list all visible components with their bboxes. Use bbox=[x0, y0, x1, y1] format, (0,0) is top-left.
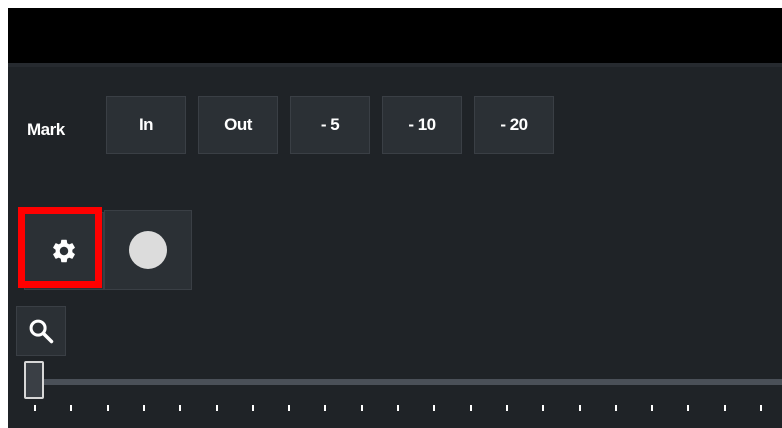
timeline-tick bbox=[251, 405, 254, 411]
divider bbox=[8, 63, 782, 67]
timeline-tick bbox=[70, 405, 73, 411]
timeline-tick bbox=[215, 405, 218, 411]
gear-icon bbox=[53, 239, 75, 263]
timeline-tick bbox=[723, 405, 726, 411]
timeline-tick bbox=[542, 405, 545, 411]
timeline-tick bbox=[614, 405, 617, 411]
timeline-tick bbox=[760, 405, 762, 411]
timeline-tick bbox=[687, 405, 690, 411]
back-10-button[interactable]: - 10 bbox=[382, 96, 462, 154]
control-panel: Mark In Out - 5 - 10 - 20 bbox=[8, 8, 782, 428]
record-button[interactable] bbox=[104, 210, 192, 290]
canvas: Mark In Out - 5 - 10 - 20 bbox=[0, 0, 782, 428]
zoom-button[interactable] bbox=[16, 306, 66, 356]
search-icon bbox=[29, 319, 54, 344]
timeline-tick bbox=[106, 405, 109, 411]
record-dot-icon bbox=[129, 231, 167, 269]
timeline-tick bbox=[469, 405, 472, 411]
timeline-tick bbox=[142, 405, 145, 411]
back-20-button[interactable]: - 20 bbox=[474, 96, 554, 154]
timeline-tick bbox=[505, 405, 508, 411]
timeline-tick bbox=[179, 405, 182, 411]
timeline-tick bbox=[324, 405, 327, 411]
mark-out-button[interactable]: Out bbox=[198, 96, 278, 154]
timeline-tick bbox=[34, 405, 36, 411]
timeline-slider-handle[interactable] bbox=[24, 361, 44, 399]
timeline-tick bbox=[433, 405, 436, 411]
timeline-tick bbox=[360, 405, 363, 411]
mark-in-button[interactable]: In bbox=[106, 96, 186, 154]
settings-button[interactable] bbox=[24, 212, 104, 290]
timeline-tick bbox=[578, 405, 581, 411]
timeline-tick bbox=[288, 405, 291, 411]
timeline-slider-track[interactable] bbox=[40, 379, 782, 385]
timeline-tick bbox=[651, 405, 654, 411]
timeline-tick bbox=[397, 405, 399, 411]
video-preview-strip bbox=[8, 8, 782, 63]
mark-label: Mark bbox=[27, 120, 65, 139]
back-5-button[interactable]: - 5 bbox=[290, 96, 370, 154]
